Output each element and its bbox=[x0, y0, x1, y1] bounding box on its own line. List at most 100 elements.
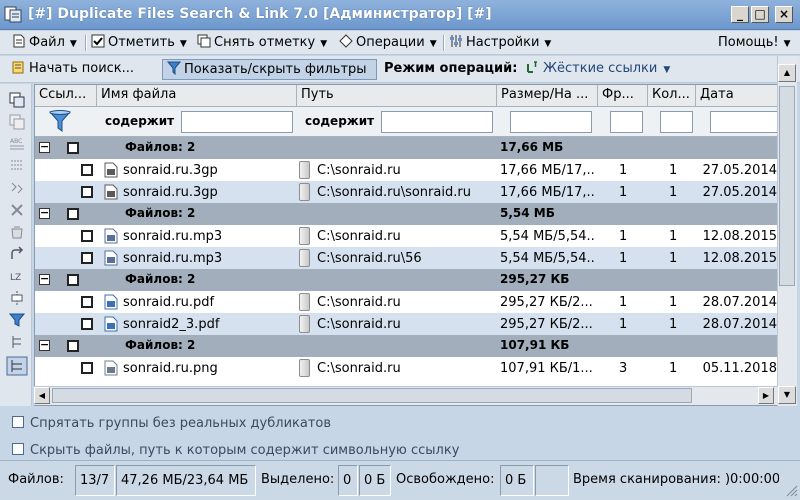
collapse-icon[interactable]: − bbox=[39, 207, 50, 219]
horizontal-scrollbar[interactable]: ◀ ▶ bbox=[34, 386, 778, 405]
move-icon[interactable] bbox=[9, 180, 25, 196]
menu-help[interactable]: Помощь! ▼ bbox=[718, 34, 791, 52]
column-header-date[interactable]: Дата bbox=[696, 85, 779, 107]
hide-groups-option[interactable]: Спрятать группы без реальных дубликатов bbox=[12, 416, 331, 431]
menu-unmark[interactable]: Снять отметку ▼ bbox=[197, 34, 327, 52]
file-fragments: 1 bbox=[619, 317, 628, 332]
redo-icon[interactable] bbox=[9, 246, 25, 262]
group-row[interactable]: − Файлов: 2 295,27 КБ bbox=[35, 269, 779, 291]
columns-icon[interactable] bbox=[9, 290, 25, 306]
row-checkbox[interactable] bbox=[81, 296, 93, 308]
row-checkbox[interactable] bbox=[81, 186, 93, 198]
file-path: C:\sonraid.ru bbox=[317, 229, 401, 244]
fragments-filter-input[interactable] bbox=[610, 111, 643, 133]
menu-mark[interactable]: Отметить ▼ bbox=[91, 34, 187, 52]
group-row[interactable]: − Файлов: 2 107,91 КБ bbox=[35, 335, 779, 357]
horizontal-scroll-thumb[interactable] bbox=[52, 388, 692, 403]
chevron-down-icon: ▼ bbox=[429, 39, 437, 49]
maximize-button[interactable]: □ bbox=[751, 6, 769, 23]
column-header-fragments[interactable]: Фр... bbox=[598, 85, 648, 107]
app-icon bbox=[4, 6, 22, 23]
scroll-left-icon[interactable]: ◀ bbox=[34, 387, 50, 404]
recycle-icon[interactable] bbox=[9, 224, 25, 240]
group-label: Файлов: 2 bbox=[125, 338, 196, 352]
chevron-down-icon: ▼ bbox=[179, 39, 187, 49]
count-filter-input[interactable] bbox=[660, 111, 693, 133]
file-date: 12.08.2015 bbox=[702, 251, 777, 266]
filter-mark-icon[interactable] bbox=[9, 312, 25, 328]
hide-symlinks-option[interactable]: Скрыть файлы, путь к которым содержит си… bbox=[12, 443, 459, 458]
filename-filter-input[interactable] bbox=[181, 111, 293, 133]
compress-icon[interactable]: LZ bbox=[9, 268, 25, 284]
svg-text:ABC: ABC bbox=[10, 138, 22, 145]
scroll-right-icon[interactable]: ▶ bbox=[758, 387, 774, 404]
date-filter-input[interactable] bbox=[710, 111, 779, 133]
file-size: 295,27 КБ/2... bbox=[500, 317, 593, 332]
mode-dropdown[interactable]: Жёсткие ссылки ▼ bbox=[522, 59, 674, 80]
column-header-count[interactable]: Кол... bbox=[648, 85, 696, 107]
start-search-button[interactable]: Начать поиск... bbox=[8, 59, 138, 80]
row-checkbox[interactable] bbox=[81, 252, 93, 264]
file-link-count: 1 bbox=[669, 361, 678, 376]
size-filter-input[interactable] bbox=[510, 111, 592, 133]
table-row[interactable]: sonraid.ru.mp3 C:\sonraid.ru 5,54 МБ/5,54.… bbox=[35, 225, 779, 247]
toggle-filters-label: Показать/скрыть фильтры bbox=[184, 62, 367, 77]
menu-mark-label: Отметить bbox=[108, 35, 175, 50]
close-button[interactable]: × bbox=[775, 6, 793, 23]
column-header-path[interactable]: Путь bbox=[297, 85, 497, 107]
delete-icon[interactable] bbox=[9, 202, 25, 218]
vertical-scroll-thumb[interactable] bbox=[779, 86, 795, 286]
table-row[interactable]: sonraid.ru.3gp C:\sonraid.ru\sonraid.ru 17… bbox=[35, 181, 779, 203]
column-header-size[interactable]: Размер/На ... bbox=[497, 85, 598, 107]
minimize-button[interactable]: _ bbox=[731, 6, 749, 23]
group-row[interactable]: − Файлов: 2 5,54 МБ bbox=[35, 203, 779, 225]
table-row[interactable]: sonraid.ru.pdf C:\sonraid.ru 295,27 КБ/2..… bbox=[35, 291, 779, 313]
hide-symlinks-checkbox[interactable] bbox=[12, 443, 24, 455]
toggle-filters-button[interactable]: Показать/скрыть фильтры bbox=[162, 59, 377, 80]
vertical-scrollbar[interactable]: ▲ ▼ bbox=[777, 56, 797, 406]
column-header-filename[interactable]: Имя файла bbox=[97, 85, 297, 107]
table-row[interactable]: sonraid.ru.png C:\sonraid.ru 107,91 КБ/1..… bbox=[35, 357, 779, 379]
collapse-icon[interactable]: − bbox=[39, 339, 50, 351]
collapse-icon[interactable]: − bbox=[39, 141, 50, 153]
list-icon[interactable] bbox=[9, 158, 25, 174]
menu-operations[interactable]: Операции ▼ bbox=[339, 34, 437, 52]
copy-icon[interactable] bbox=[9, 92, 25, 108]
menu-file[interactable]: Файл ▼ bbox=[12, 34, 77, 52]
abc-icon[interactable]: ABC bbox=[9, 136, 25, 152]
menu-operations-label: Операции bbox=[356, 35, 425, 50]
path-filter-input[interactable] bbox=[381, 111, 493, 133]
hide-groups-label: Спрятать группы без реальных дубликатов bbox=[30, 416, 332, 431]
menu-file-label: Файл bbox=[29, 35, 65, 50]
collapse-icon[interactable]: − bbox=[39, 273, 50, 285]
group-checkbox[interactable] bbox=[67, 274, 79, 286]
row-checkbox[interactable] bbox=[81, 362, 93, 374]
filter-row: содержит содержит bbox=[35, 107, 779, 137]
tree-icon[interactable] bbox=[9, 334, 25, 350]
hide-groups-checkbox[interactable] bbox=[12, 416, 24, 428]
column-header-link[interactable]: Ссыл... bbox=[35, 85, 97, 107]
panel-toggle-icon[interactable] bbox=[6, 356, 28, 376]
row-checkbox[interactable] bbox=[81, 318, 93, 330]
menu-unmark-label: Снять отметку bbox=[214, 35, 316, 50]
group-row[interactable]: − Файлов: 2 17,66 МБ bbox=[35, 137, 779, 159]
row-checkbox[interactable] bbox=[81, 164, 93, 176]
mode-label: Режим операций: bbox=[384, 61, 518, 76]
menu-separator bbox=[443, 35, 445, 51]
group-checkbox[interactable] bbox=[67, 208, 79, 220]
file-path: C:\sonraid.ru bbox=[317, 317, 401, 332]
group-checkbox[interactable] bbox=[67, 142, 79, 154]
scroll-down-icon[interactable]: ▼ bbox=[778, 386, 796, 404]
check-mark-icon bbox=[91, 34, 105, 48]
resize-grip-icon[interactable] bbox=[784, 483, 798, 497]
row-checkbox[interactable] bbox=[81, 230, 93, 242]
scroll-up-icon[interactable]: ▲ bbox=[778, 64, 796, 82]
pdf-file-icon bbox=[104, 316, 118, 332]
menu-settings[interactable]: Настройки ▼ bbox=[449, 34, 551, 52]
file-link-count: 1 bbox=[669, 317, 678, 332]
table-row[interactable]: sonraid.ru.3gp C:\sonraid.ru 17,66 МБ/17,.… bbox=[35, 159, 779, 181]
table-row[interactable]: sonraid2_3.pdf C:\sonraid.ru 295,27 КБ/2..… bbox=[35, 313, 779, 335]
group-checkbox[interactable] bbox=[67, 340, 79, 352]
copy-disabled-icon[interactable] bbox=[9, 114, 25, 130]
table-row[interactable]: sonraid.ru.mp3 C:\sonraid.ru\56 5,54 МБ/5,… bbox=[35, 247, 779, 269]
